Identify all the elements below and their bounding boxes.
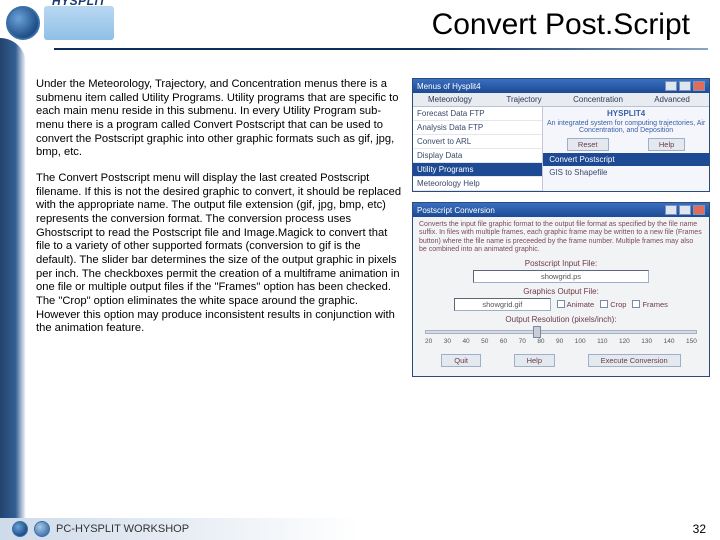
tagline: An integrated system for computing traje…	[543, 120, 709, 136]
hysplit-menu-window: Menus of Hysplit4 Meteorology Trajectory…	[412, 78, 710, 192]
help-button[interactable]: Help	[514, 354, 555, 367]
help-button[interactable]: Help	[648, 138, 685, 151]
noaa-logo-icon	[6, 6, 40, 40]
menu-item[interactable]: Meteorology Help	[413, 177, 542, 191]
window-titlebar: Menus of Hysplit4	[413, 79, 709, 93]
menu-advanced[interactable]: Advanced	[635, 93, 709, 106]
page-title: Convert Post.Script	[114, 4, 710, 42]
dialog-titlebar: Postscript Conversion	[413, 203, 709, 217]
menu-meteorology[interactable]: Meteorology	[413, 93, 487, 106]
menu-item[interactable]: Display Data	[413, 149, 542, 163]
footer: PC-HYSPLIT WORKSHOP	[0, 518, 720, 540]
output-file-label: Graphics Output File:	[419, 287, 703, 296]
close-icon[interactable]	[693, 205, 705, 215]
menu-concentration[interactable]: Concentration	[561, 93, 635, 106]
frames-label: Frames	[642, 300, 667, 309]
title-rule	[54, 48, 708, 50]
arl-footer-icon	[34, 521, 50, 537]
window-title: Menus of Hysplit4	[417, 82, 663, 91]
page-number: 32	[693, 522, 706, 536]
quit-button[interactable]: Quit	[441, 354, 481, 367]
submenu-gis-shapefile[interactable]: GIS to Shapefile	[543, 166, 709, 179]
side-swoosh	[0, 38, 26, 518]
hysplit-label: HYSPLIT	[52, 0, 106, 8]
close-icon[interactable]	[693, 81, 705, 91]
input-file-field[interactable]: showgrid.ps	[473, 270, 649, 283]
execute-button[interactable]: Execute Conversion	[588, 354, 681, 367]
maximize-icon[interactable]	[679, 81, 691, 91]
dialog-title: Postscript Conversion	[417, 206, 663, 215]
body-text-column: Under the Meteorology, Trajectory, and C…	[36, 78, 404, 516]
minimize-icon[interactable]	[665, 81, 677, 91]
submenu-convert-postscript[interactable]: Convert Postscript	[543, 153, 709, 166]
slider-track	[425, 330, 697, 334]
dialog-description: Converts the input file graphic format t…	[419, 221, 703, 255]
menu-item-utility-programs[interactable]: Utility Programs	[413, 163, 542, 177]
menu-item[interactable]: Forecast Data FTP	[413, 107, 542, 121]
maximize-icon[interactable]	[679, 205, 691, 215]
menu-right: HYSPLIT4 An integrated system for comput…	[543, 107, 709, 191]
crop-checkbox[interactable]: Crop	[600, 300, 626, 309]
crop-label: Crop	[610, 300, 626, 309]
paragraph-2: The Convert Postscript menu will display…	[36, 172, 404, 336]
slider-thumb[interactable]	[533, 326, 541, 338]
slider-ticks: 2030405060708090100110120130140150	[425, 338, 697, 345]
resolution-slider[interactable]: 2030405060708090100110120130140150	[421, 326, 701, 348]
postscript-conversion-dialog: Postscript Conversion Converts the input…	[412, 202, 710, 377]
animate-label: Animate	[567, 300, 595, 309]
menu-trajectory[interactable]: Trajectory	[487, 93, 561, 106]
footer-text: PC-HYSPLIT WORKSHOP	[56, 523, 189, 535]
menu-item[interactable]: Analysis Data FTP	[413, 121, 542, 135]
input-file-label: Postscript Input File:	[419, 259, 703, 268]
minimize-icon[interactable]	[665, 205, 677, 215]
animate-checkbox[interactable]: Animate	[557, 300, 595, 309]
menu-item[interactable]: Convert to ARL	[413, 135, 542, 149]
menubar: Meteorology Trajectory Concentration Adv…	[413, 93, 709, 107]
hysplit4-label: HYSPLIT4	[543, 107, 709, 120]
logo-block: HYSPLIT	[6, 6, 114, 40]
paragraph-1: Under the Meteorology, Trajectory, and C…	[36, 78, 404, 160]
menu-left: Forecast Data FTP Analysis Data FTP Conv…	[413, 107, 543, 191]
reset-button[interactable]: Reset	[567, 138, 609, 151]
hysplit-graphic: HYSPLIT	[44, 6, 114, 40]
resolution-label: Output Resolution (pixels/inch):	[419, 315, 703, 324]
frames-checkbox[interactable]: Frames	[632, 300, 667, 309]
output-file-field[interactable]: showgrid.gif	[454, 298, 551, 311]
noaa-footer-icon	[12, 521, 28, 537]
